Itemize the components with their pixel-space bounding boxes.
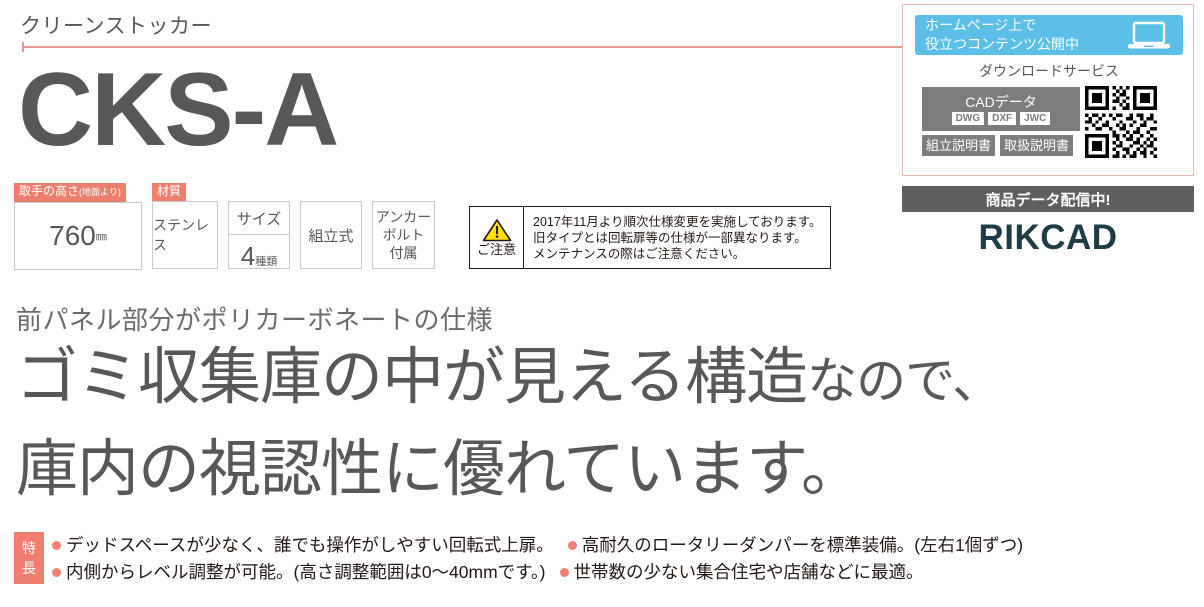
spec-size-value-row: 4 種類	[229, 235, 289, 271]
hero-headline-line2: 庫内の視認性に優れています。	[16, 435, 863, 504]
banner-line-1: ホームページ上で	[925, 17, 1037, 33]
banner-line-2: 役立つコンテンツ公開中	[925, 36, 1079, 52]
banner-text: ホームページ上で 役立つコンテンツ公開中	[925, 16, 1079, 54]
spec-material: 材質 ステンレス	[152, 183, 218, 269]
spec-box-assembly: 組立式	[300, 201, 362, 269]
features-badge: 特 長	[14, 532, 44, 584]
spec-tag-subtext: (地面より)	[79, 187, 121, 197]
caution-line-2: 旧タイプとは回転扉等の仕様が一部異なります。	[533, 230, 807, 245]
cad-format-dxf[interactable]: DXF	[988, 111, 1017, 125]
features-list: デッドスペースが少なく、誰でも操作がしやすい回転式上扉。 高耐久のロータリーダン…	[52, 532, 1023, 586]
caution-notice: ご注意 2017年11月より順次仕様変更を実施しております。 旧タイプとは回転扉…	[469, 206, 831, 269]
features-badge-line2: 長	[22, 560, 36, 576]
spec-unit-mm: ㎜	[95, 231, 107, 243]
caution-icon-cell: ご注意	[470, 207, 524, 268]
cad-data-button[interactable]: CADデータ DWG DXF JWC	[922, 87, 1080, 131]
cad-data-label: CADデータ	[965, 93, 1037, 110]
document-buttons: 組立説明書 取扱説明書	[922, 135, 1074, 156]
spec-tag-spacer-anchor	[372, 183, 435, 201]
spec-value-material: ステンレス	[153, 217, 209, 253]
qr-code[interactable]	[1085, 86, 1157, 158]
feature-item-4: 世帯数の少ない集合住宅や店舗などに最適。	[573, 562, 924, 582]
feature-item-1: デッドスペースが少なく、誰でも操作がしやすい回転式上扉。	[66, 535, 554, 555]
spec-value-assembly: 組立式	[308, 227, 354, 245]
bullet-dot-icon	[559, 568, 569, 577]
spec-tag-text: 取手の高さ	[19, 184, 80, 198]
download-service-title: ダウンロードサービス	[979, 63, 1119, 79]
features-section: 特 長 デッドスペースが少なく、誰でも操作がしやすい回転式上扉。 高耐久のロータ…	[14, 532, 1023, 586]
rikcad-logo: RIKCAD	[978, 218, 1118, 257]
caution-label: ご注意	[476, 242, 516, 257]
cad-format-chips: DWG DXF JWC	[951, 111, 1051, 125]
hero-headline-line1: ゴミ収集庫の中が見える構造なので、	[16, 340, 1204, 419]
caution-text: 2017年11月より順次仕様変更を実施しております。 旧タイプとは回転扉等の仕様…	[524, 207, 830, 268]
spec-badge-group: 取手の高さ(地面より) 760㎜ 材質 ステンレス サイズ 4種類 組立式	[14, 183, 445, 271]
spec-size: サイズ 4 種類	[228, 183, 290, 271]
spec-size-unit: 種類	[255, 256, 278, 268]
bullet-dot-icon	[52, 568, 61, 577]
warning-triangle-icon	[482, 218, 512, 242]
spec-box-handle-height: 760 ㎜	[14, 202, 142, 270]
cad-format-jwc[interactable]: JWC	[1020, 111, 1051, 125]
spec-size-count: 4	[240, 241, 256, 271]
laptop-icon	[1127, 21, 1171, 56]
feature-row: 内側からレベル調整が可能。(高さ調整範囲は0〜40mmです。) 世帯数の少ない集…	[52, 559, 1023, 586]
spec-tag-spacer-size	[228, 183, 290, 201]
product-data-label: 商品データ配信中!	[985, 191, 1111, 209]
header-divider	[22, 46, 902, 48]
spec-assembly: 組立式	[300, 183, 362, 269]
product-data-bar: 商品データ配信中!	[902, 186, 1194, 212]
feature-row: デッドスペースが少なく、誰でも操作がしやすい回転式上扉。 高耐久のロータリーダン…	[52, 532, 1023, 559]
hero-lead: 前パネル部分がポリカーボネートの仕様	[16, 305, 494, 335]
bullet-dot-icon	[567, 541, 577, 550]
spec-anchor-line1: アンカー	[375, 209, 432, 225]
spec-tag-handle-height: 取手の高さ(地面より)	[14, 183, 126, 202]
page-title: CKS-A	[18, 52, 339, 168]
spec-box-size: サイズ 4 種類	[228, 201, 290, 271]
spec-handle-height: 取手の高さ(地面より) 760 ㎜	[14, 183, 142, 270]
spec-box-material: ステンレス	[152, 201, 218, 269]
feature-item-3: 内側からレベル調整が可能。(高さ調整範囲は0〜40mmです。)	[66, 562, 546, 582]
caution-line-1: 2017年11月より順次仕様変更を実施しております。	[533, 214, 822, 229]
spec-anchor-bolt: アンカー ボルト 付属	[372, 183, 435, 269]
spec-anchor-line2: ボルト	[382, 227, 425, 243]
product-page: クリーンストッカー CKS-A 取手の高さ(地面より) 760 ㎜ 材質 ステンレ…	[0, 0, 1204, 607]
spec-tag-material: 材質	[152, 183, 187, 201]
spec-anchor-line3: 付属	[389, 245, 418, 261]
homepage-content-banner[interactable]: ホームページ上で 役立つコンテンツ公開中	[915, 15, 1183, 55]
caution-line-3: メンテナンスの際はご注意ください。	[533, 246, 746, 261]
spec-size-label: サイズ	[229, 202, 289, 235]
bullet-dot-icon	[52, 541, 61, 550]
feature-item-2: 高耐久のロータリーダンパーを標準装備。(左右1個ずつ)	[581, 535, 1024, 555]
spec-value-760: 760	[49, 220, 96, 251]
spec-box-anchor-bolt: アンカー ボルト 付属	[372, 201, 435, 269]
spec-tag-spacer-assembly	[300, 183, 362, 201]
hero-headline-tail: なので、	[807, 353, 1002, 409]
hero-headline-emphasis: ゴミ収集庫の中が見える構造	[16, 343, 808, 412]
features-badge-line1: 特	[22, 540, 36, 556]
instruction-manual-button[interactable]: 取扱説明書	[1000, 135, 1074, 156]
series-name: クリーンストッカー	[20, 15, 213, 38]
cad-format-dwg[interactable]: DWG	[951, 111, 985, 125]
assembly-manual-button[interactable]: 組立説明書	[922, 135, 996, 156]
